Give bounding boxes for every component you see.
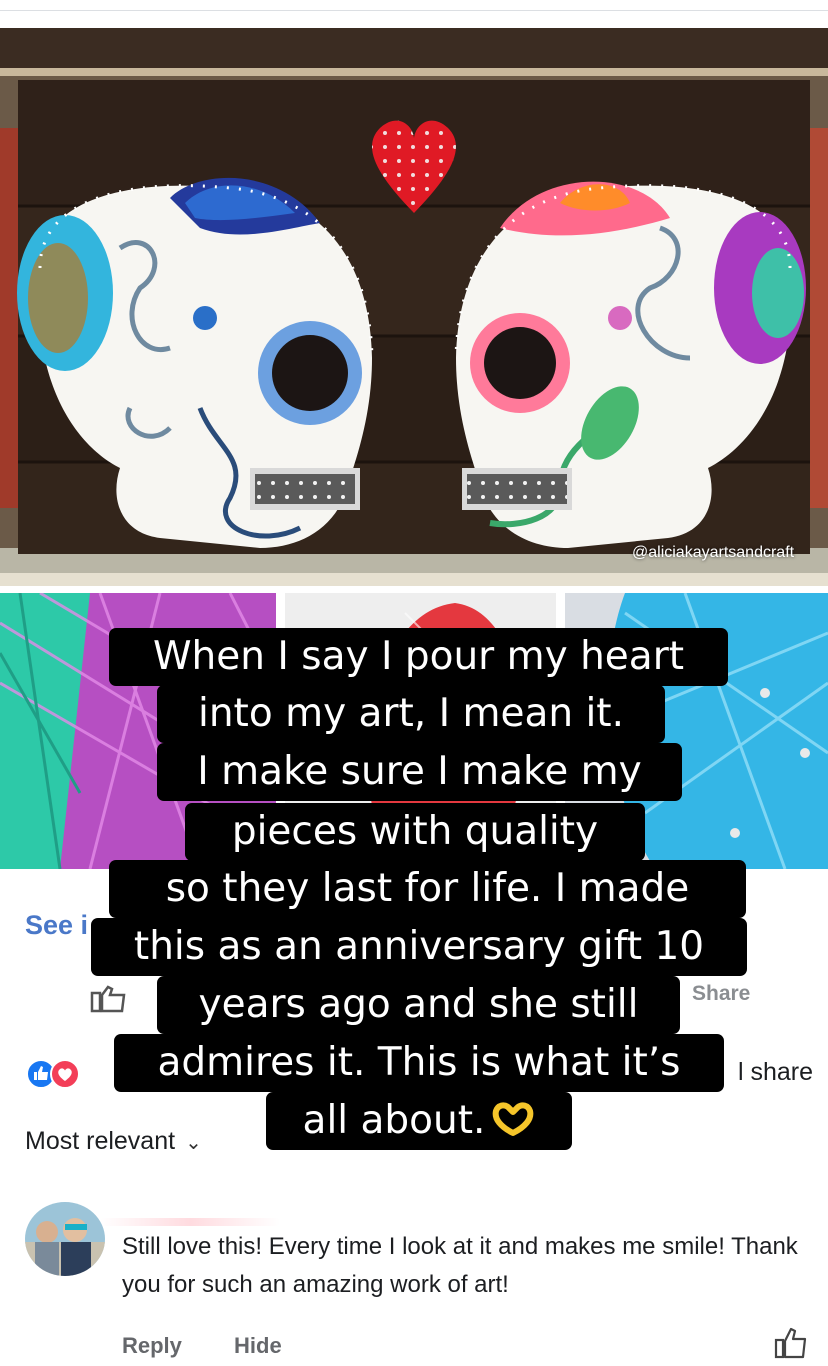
caption-line: admires it. This is what it’s <box>114 1034 724 1092</box>
see-translation-link[interactable]: See i <box>25 910 88 941</box>
love-icon <box>50 1059 80 1089</box>
sugar-skull-string-art <box>0 28 828 586</box>
caption-line: so they last for life. I made <box>109 860 746 918</box>
caption-line: all about. <box>302 1098 486 1143</box>
avatar[interactable] <box>25 1202 105 1276</box>
chevron-down-icon: ⌄ <box>185 1132 202 1154</box>
post-photo-main[interactable]: @aliciakayartsandcraft <box>0 28 828 586</box>
reaction-icons[interactable] <box>25 1058 105 1090</box>
comment-sort-dropdown[interactable]: Most relevant ⌄ <box>25 1127 202 1156</box>
comment-author-name[interactable] <box>100 1218 280 1226</box>
caption-line: this as an anniversary gift 10 <box>91 918 747 976</box>
caption-line-last: all about. <box>266 1092 572 1150</box>
comment-sort-label: Most relevant <box>25 1127 176 1155</box>
caption-line: into my art, I mean it. <box>157 685 665 743</box>
caption-line: I make sure I make my <box>157 743 682 801</box>
reply-button[interactable]: Reply <box>122 1333 182 1359</box>
share-button[interactable]: Share <box>692 982 750 1006</box>
comment-text: Still love this! Every time I look at it… <box>122 1233 798 1298</box>
top-divider <box>0 10 828 11</box>
caption-line: When I say I pour my heart <box>109 628 728 686</box>
share-count[interactable]: l share <box>738 1058 813 1087</box>
heart-hands-icon <box>493 1102 534 1136</box>
like-outline-icon[interactable] <box>90 985 130 1013</box>
hide-button[interactable]: Hide <box>234 1333 282 1359</box>
caption-line: years ago and she still <box>157 976 680 1034</box>
photo-watermark: @aliciakayartsandcraft <box>632 544 795 561</box>
comment-like-icon[interactable] <box>774 1326 808 1360</box>
caption-line: pieces with quality <box>185 803 645 861</box>
